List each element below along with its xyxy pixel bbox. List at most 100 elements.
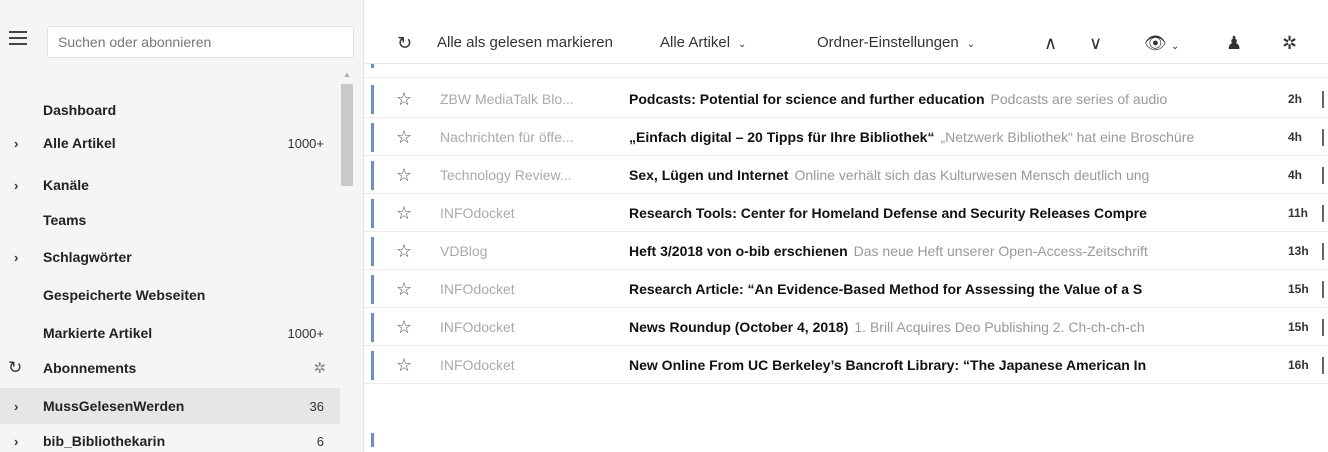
article-title[interactable]: Podcasts: Potential for science and furt… bbox=[629, 91, 985, 107]
article-age: 13h bbox=[1288, 244, 1309, 258]
article-row[interactable]: ☆ ZBW MediaTalk Blo... Podcasts: Potenti… bbox=[364, 81, 1328, 118]
feed-name: INFOdocket bbox=[440, 205, 515, 221]
chevron-down-icon[interactable]: ∨ bbox=[1089, 22, 1102, 64]
gear-icon[interactable]: ✲ bbox=[1282, 22, 1297, 64]
article-title[interactable]: Heft 3/2018 von o-bib erschienen bbox=[629, 243, 848, 259]
article-title[interactable]: Research Tools: Center for Homeland Defe… bbox=[629, 205, 1147, 221]
sidebar-header bbox=[0, 22, 364, 64]
unread-marker bbox=[371, 275, 374, 304]
article-content: Heft 3/2018 von o-bib erschienen Das neue… bbox=[629, 243, 1284, 259]
unread-count: 36 bbox=[309, 398, 324, 414]
star-icon[interactable]: ☆ bbox=[396, 355, 412, 376]
star-icon[interactable]: ☆ bbox=[396, 89, 412, 110]
mark-all-read-button[interactable]: Alle als gelesen markieren bbox=[437, 22, 657, 64]
refresh-icon[interactable]: ↻ bbox=[397, 22, 412, 64]
search-input[interactable] bbox=[47, 26, 354, 58]
row-edge-marker bbox=[1322, 281, 1324, 298]
article-row[interactable]: ☆ Technology Review... Sex, Lügen und In… bbox=[364, 157, 1328, 194]
sidebar-item-mussgelesenwerden[interactable]: › MussGelesenWerden 36 bbox=[0, 388, 340, 424]
toolbar: ↻ Alle als gelesen markieren Alle Artike… bbox=[364, 22, 1328, 64]
article-row[interactable]: ☆ INFOdocket Research Article: “An Evide… bbox=[364, 271, 1328, 308]
eye-icon[interactable]: 👁 ⌄ bbox=[1144, 22, 1179, 64]
unread-count: 6 bbox=[316, 433, 324, 449]
chevron-down-icon: ⌄ bbox=[738, 39, 747, 50]
unread-marker bbox=[371, 161, 374, 190]
unread-count: 1000+ bbox=[287, 325, 324, 341]
article-title[interactable]: New Online From UC Berkeley’s Bancroft L… bbox=[629, 357, 1146, 373]
star-icon[interactable]: ☆ bbox=[396, 317, 412, 338]
article-row[interactable] bbox=[364, 64, 1328, 78]
article-age: 15h bbox=[1288, 320, 1309, 334]
article-excerpt: Das neue Heft unserer Open-Access-Zeitsc… bbox=[853, 243, 1148, 259]
article-content: New Online From UC Berkeley’s Bancroft L… bbox=[629, 357, 1284, 373]
article-row[interactable]: ☆ Nachrichten für öffe... „Einfach digit… bbox=[364, 119, 1328, 156]
article-title[interactable]: Sex, Lügen und Internet bbox=[629, 167, 788, 183]
sidebar-item-tags[interactable]: › Schlagwörter bbox=[0, 239, 340, 275]
scroll-up-arrow-icon[interactable]: ▲ bbox=[343, 70, 351, 79]
chevron-right-icon[interactable]: › bbox=[14, 434, 18, 449]
sidebar-item-label: Markierte Artikel bbox=[43, 325, 153, 341]
star-icon[interactable]: ☆ bbox=[396, 203, 412, 224]
folder-settings-label: Ordner-Einstellungen bbox=[817, 34, 959, 51]
article-row[interactable]: ☆ INFOdocket News Roundup (October 4, 20… bbox=[364, 309, 1328, 346]
chevron-right-icon[interactable]: › bbox=[14, 136, 18, 151]
row-edge-marker bbox=[1322, 357, 1324, 374]
article-age: 4h bbox=[1288, 168, 1303, 182]
article-excerpt: 1. Brill Acquires Deo Publishing 2. Ch-c… bbox=[854, 319, 1145, 335]
star-icon[interactable]: ☆ bbox=[396, 165, 412, 186]
sidebar-item-dashboard[interactable]: Dashboard bbox=[0, 92, 340, 128]
row-edge-marker bbox=[1322, 167, 1324, 184]
sidebar-item-bib-bibliothekarin[interactable]: › bib_Bibliothekarin 6 bbox=[0, 423, 340, 452]
article-content: Podcasts: Potential for science and furt… bbox=[629, 91, 1284, 107]
feed-name: INFOdocket bbox=[440, 281, 515, 297]
gear-icon[interactable]: ✲ bbox=[313, 359, 326, 377]
unread-marker bbox=[371, 351, 374, 380]
unread-marker bbox=[371, 123, 374, 152]
sidebar-item-label: bib_Bibliothekarin bbox=[43, 433, 166, 449]
article-content: Research Tools: Center for Homeland Defe… bbox=[629, 205, 1284, 221]
chevron-right-icon[interactable]: › bbox=[14, 178, 18, 193]
chevron-up-icon[interactable]: ∧ bbox=[1044, 22, 1057, 64]
feed-name: INFOdocket bbox=[440, 357, 515, 373]
sidebar-item-all-articles[interactable]: › Alle Artikel 1000+ bbox=[0, 125, 340, 161]
star-icon[interactable]: ☆ bbox=[396, 279, 412, 300]
folder-settings-dropdown[interactable]: Ordner-Einstellungen ⌄ bbox=[817, 22, 975, 64]
hamburger-menu-icon[interactable] bbox=[9, 31, 27, 47]
unread-marker bbox=[371, 199, 374, 228]
article-age: 4h bbox=[1288, 130, 1303, 144]
unread-marker bbox=[371, 237, 374, 266]
sidebar-item-starred[interactable]: Markierte Artikel 1000+ bbox=[0, 315, 340, 351]
article-age: 11h bbox=[1288, 206, 1309, 220]
chevron-right-icon[interactable]: › bbox=[14, 399, 18, 414]
row-edge-marker bbox=[1322, 243, 1324, 260]
sidebar-item-channels[interactable]: › Kanäle bbox=[0, 167, 340, 203]
article-row[interactable]: ☆ VDBlog Heft 3/2018 von o-bib erschiene… bbox=[364, 233, 1328, 270]
article-row[interactable] bbox=[364, 385, 1328, 452]
article-row[interactable]: ☆ INFOdocket New Online From UC Berkeley… bbox=[364, 347, 1328, 384]
bell-icon[interactable]: ♟ bbox=[1226, 22, 1242, 64]
star-icon[interactable]: ☆ bbox=[396, 241, 412, 262]
chevron-right-icon[interactable]: › bbox=[14, 250, 18, 265]
article-title[interactable]: News Roundup (October 4, 2018) bbox=[629, 319, 848, 335]
article-row[interactable]: ☆ INFOdocket Research Tools: Center for … bbox=[364, 195, 1328, 232]
article-content: Sex, Lügen und Internet Online verhält si… bbox=[629, 167, 1284, 183]
feed-name: Technology Review... bbox=[440, 167, 572, 183]
scrollbar-thumb[interactable] bbox=[341, 84, 353, 186]
sidebar-item-subscriptions[interactable]: ↻ Abonnements ✲ bbox=[0, 350, 340, 386]
sidebar-item-label: Dashboard bbox=[43, 102, 117, 118]
row-edge-marker bbox=[1322, 91, 1324, 108]
article-excerpt: Online verhält sich das Kulturwesen Mens… bbox=[794, 167, 1150, 183]
star-icon[interactable]: ☆ bbox=[396, 127, 412, 148]
article-title[interactable]: „Einfach digital – 20 Tipps für Ihre Bib… bbox=[629, 129, 934, 145]
unread-count: 1000+ bbox=[287, 135, 324, 151]
article-age: 2h bbox=[1288, 92, 1303, 106]
filter-dropdown[interactable]: Alle Artikel ⌄ bbox=[660, 22, 746, 64]
unread-marker bbox=[371, 313, 374, 342]
sidebar-scrollbar[interactable]: ▲ bbox=[340, 68, 354, 452]
refresh-icon[interactable]: ↻ bbox=[8, 358, 22, 378]
article-title[interactable]: Research Article: “An Evidence-Based Met… bbox=[629, 281, 1142, 297]
sidebar-item-label: Schlagwörter bbox=[43, 249, 132, 265]
sidebar-item-saved-pages[interactable]: Gespeicherte Webseiten bbox=[0, 277, 340, 313]
sidebar-item-teams[interactable]: Teams bbox=[0, 202, 340, 238]
row-edge-marker bbox=[1322, 129, 1324, 146]
